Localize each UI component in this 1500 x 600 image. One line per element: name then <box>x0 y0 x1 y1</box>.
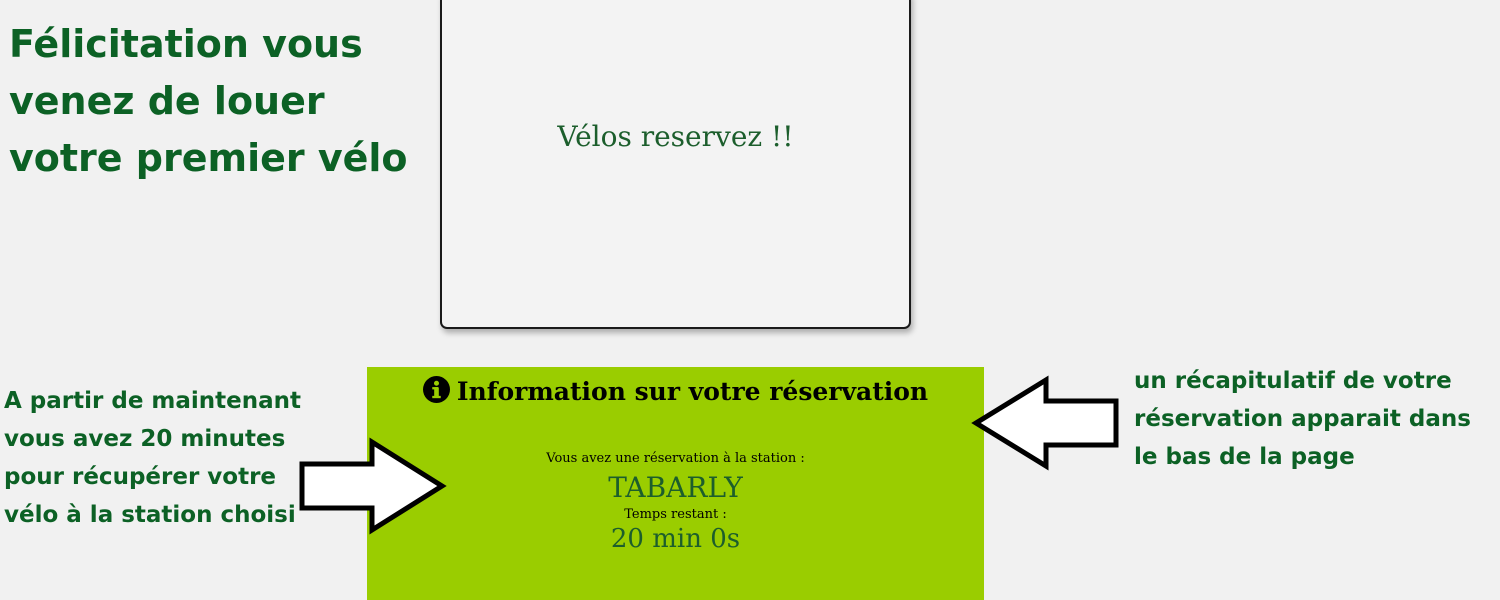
info-panel-header: Information sur votre réservation <box>367 376 984 407</box>
station-label: Vous avez une réservation à la station : <box>546 451 805 466</box>
info-panel-title: Information sur votre réservation <box>456 377 929 406</box>
reservation-confirmation-modal: Vélos reservez !! <box>440 0 911 329</box>
right-annotation-note: un récapitulatif de votre réservation ap… <box>1134 368 1471 470</box>
timer-label: Temps restant : <box>624 507 727 522</box>
left-annotation-note: A partir de maintenant vous avez 20 minu… <box>4 388 302 528</box>
info-circle-icon <box>422 376 450 403</box>
reservation-info-panel: Information sur votre réservation Vous a… <box>367 367 984 600</box>
congratulation-heading: Félicitation vous venez de louer votre p… <box>9 22 408 180</box>
timer-value: 20 min 0s <box>610 524 741 554</box>
station-name: TABARLY <box>608 471 743 504</box>
arrow-left-icon <box>971 375 1119 471</box>
arrow-right-icon <box>299 437 447 535</box>
modal-message: Vélos reservez !! <box>557 120 794 153</box>
